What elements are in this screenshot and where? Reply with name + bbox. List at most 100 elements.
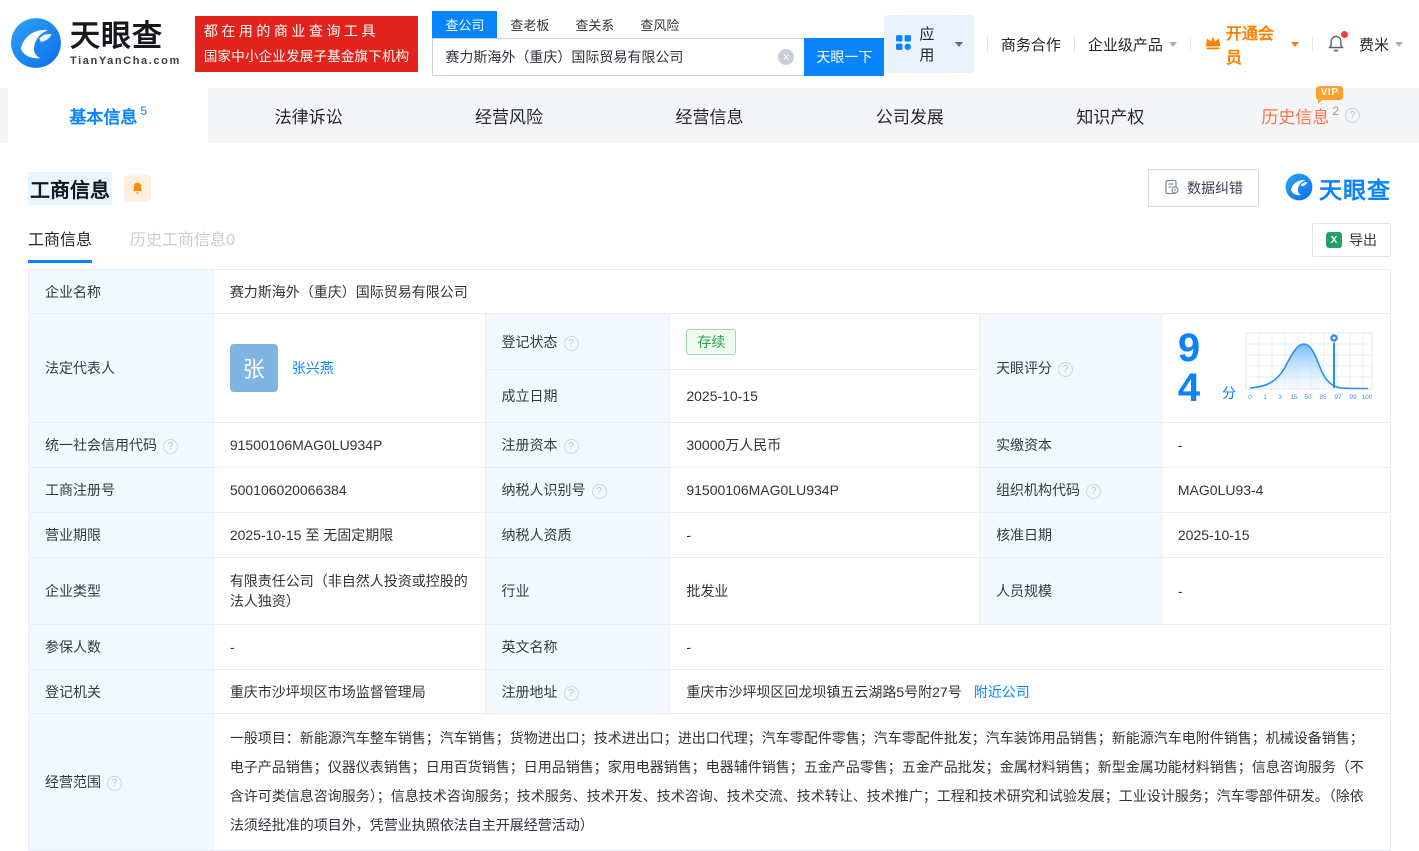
help-icon[interactable] xyxy=(564,439,579,454)
chevron-down-icon xyxy=(955,42,963,47)
top-bar: 天眼查 TianYanCha.com 都在用的商业查询工具 国家中小企业发展子基… xyxy=(0,0,1419,88)
vip-badge: VIP xyxy=(1316,86,1344,100)
tianyancha-logo[interactable]: 天眼查 TianYanCha.com xyxy=(10,17,181,72)
field-value-reg-capital: 30000万人民币 xyxy=(670,423,980,468)
search-tab-risk[interactable]: 查风险 xyxy=(627,11,692,38)
vip-label: 开通会员 xyxy=(1226,20,1285,68)
field-value-reg-address: 重庆市沙坪坝区回龙坝镇五云湖路5号附27号附近公司 xyxy=(670,670,1391,714)
tab-label: 公司发展 xyxy=(876,103,944,128)
user-menu[interactable]: 费米 xyxy=(1359,34,1403,55)
help-icon[interactable] xyxy=(564,336,579,351)
svg-text:97: 97 xyxy=(1334,394,1342,401)
reg-status-label: 登记状态 xyxy=(502,334,558,350)
svg-text:99: 99 xyxy=(1349,394,1357,401)
nearby-companies-link[interactable]: 附近公司 xyxy=(974,684,1030,700)
field-label-reg-status: 登记状态 xyxy=(485,314,670,370)
tab-count: 5 xyxy=(140,104,147,118)
field-label-english-name: 英文名称 xyxy=(485,625,670,670)
subtab-history-business-info[interactable]: 历史工商信息0 xyxy=(130,226,235,263)
menu-cooperation[interactable]: 商务合作 xyxy=(1001,34,1061,55)
field-value-credit-code: 91500106MAG0LU934P xyxy=(213,423,485,468)
table-row: 经营范围 一般项目：新能源汽车整车销售；汽车销售；货物进出口；技术进出口；进出口… xyxy=(29,714,1391,851)
tab-count: 2 xyxy=(1332,104,1339,118)
business-info-table: 企业名称 赛力斯海外（重庆）国际贸易有限公司 法定代表人 张 张兴燕 登记状态 … xyxy=(28,269,1391,851)
chevron-down-icon xyxy=(1395,42,1403,47)
apps-grid-icon xyxy=(895,34,912,55)
search-tab-company[interactable]: 查公司 xyxy=(432,11,497,38)
svg-text:85: 85 xyxy=(1319,394,1327,401)
chevron-down-icon xyxy=(1169,42,1177,47)
help-icon[interactable] xyxy=(564,686,579,701)
field-label-insured-count: 参保人数 xyxy=(29,625,214,670)
field-label-business-scope: 经营范围 xyxy=(29,714,214,851)
help-icon[interactable] xyxy=(1086,484,1101,499)
table-row: 法定代表人 张 张兴燕 登记状态 存续 天眼评分 94 分 xyxy=(29,314,1391,370)
subtab-business-info[interactable]: 工商信息 xyxy=(28,226,92,263)
field-value-org-code: MAG0LU93-4 xyxy=(1161,468,1390,513)
field-value-reg-status: 存续 xyxy=(670,314,980,370)
notification-bell-icon[interactable] xyxy=(1326,34,1346,54)
field-value-score: 94 分 xyxy=(1161,314,1390,423)
logo-domain: TianYanCha.com xyxy=(70,56,181,67)
search-button[interactable]: 天眼一下 xyxy=(804,38,884,76)
svg-text:1: 1 xyxy=(1263,394,1267,401)
field-label-reg-address: 注册地址 xyxy=(485,670,670,714)
correction-doc-icon xyxy=(1164,179,1180,198)
search-tabs: 查公司 查老板 查关系 查风险 xyxy=(432,12,884,38)
field-label-reg-capital: 注册资本 xyxy=(485,423,670,468)
search-input[interactable] xyxy=(432,38,804,76)
tianyancha-logo-icon xyxy=(10,17,62,72)
table-row: 营业期限 2025-10-15 至 无固定期限 纳税人资质 - 核准日期 202… xyxy=(29,513,1391,558)
export-button[interactable]: X 导出 xyxy=(1312,223,1391,257)
open-vip-button[interactable]: 开通会员 xyxy=(1204,20,1299,68)
crown-icon xyxy=(1204,34,1222,55)
subscribe-bell-button[interactable] xyxy=(124,175,151,202)
field-value-establish-date: 2025-10-15 xyxy=(670,370,980,423)
tab-company-development[interactable]: 公司发展 xyxy=(810,88,1010,143)
field-value-reg-number: 500106020066384 xyxy=(213,468,485,513)
help-icon[interactable] xyxy=(1345,108,1360,123)
apps-label: 应用 xyxy=(919,23,946,65)
field-label-company-name: 企业名称 xyxy=(29,270,214,314)
field-value-company-name: 赛力斯海外（重庆）国际贸易有限公司 xyxy=(213,270,1390,314)
svg-text:100: 100 xyxy=(1362,394,1373,401)
slogan-banner: 都在用的商业查询工具 国家中小企业发展子基金旗下机构 xyxy=(195,16,419,72)
search-tab-boss[interactable]: 查老板 xyxy=(497,11,562,38)
tab-label: 知识产权 xyxy=(1076,103,1144,128)
tab-intellectual-property[interactable]: 知识产权 xyxy=(1010,88,1210,143)
table-row: 企业类型 有限责任公司（非自然人投资或控股的法人独资） 行业 批发业 人员规模 … xyxy=(29,558,1391,625)
field-label-credit-code: 统一社会信用代码 xyxy=(29,423,214,468)
taxpayer-id-label: 纳税人识别号 xyxy=(502,482,586,498)
help-icon[interactable] xyxy=(163,439,178,454)
legal-rep-link[interactable]: 张兴燕 xyxy=(292,358,334,378)
username: 费米 xyxy=(1359,34,1389,55)
help-icon[interactable] xyxy=(1058,362,1073,377)
field-label-reg-authority: 登记机关 xyxy=(29,670,214,714)
menu-enterprise[interactable]: 企业级产品 xyxy=(1088,34,1177,55)
svg-text:3: 3 xyxy=(1278,394,1282,401)
status-badge: 存续 xyxy=(686,329,736,355)
data-correction-button[interactable]: 数据纠错 xyxy=(1148,169,1259,207)
tab-basic-info[interactable]: 基本信息 5 xyxy=(8,88,208,143)
field-value-business-term: 2025-10-15 至 无固定期限 xyxy=(213,513,485,558)
tab-operational-risk[interactable]: 经营风险 xyxy=(409,88,609,143)
avatar[interactable]: 张 xyxy=(230,344,278,392)
help-icon[interactable] xyxy=(107,776,122,791)
tab-business-info[interactable]: 经营信息 xyxy=(609,88,809,143)
field-value-business-scope: 一般项目：新能源汽车整车销售；汽车销售；货物进出口；技术进出口；进出口代理；汽车… xyxy=(213,714,1390,851)
svg-text:15: 15 xyxy=(1290,394,1298,401)
score-number: 94 xyxy=(1178,328,1214,408)
field-label-legal-rep: 法定代表人 xyxy=(29,314,214,423)
table-row: 工商注册号 500106020066384 纳税人识别号 91500106MAG… xyxy=(29,468,1391,513)
tab-label: 基本信息 xyxy=(69,103,137,128)
tab-label: 历史信息 xyxy=(1261,108,1329,127)
tab-legal-proceedings[interactable]: 法律诉讼 xyxy=(208,88,408,143)
field-value-insured-count: - xyxy=(213,625,485,670)
search-tab-relation[interactable]: 查关系 xyxy=(562,11,627,38)
help-icon[interactable] xyxy=(592,484,607,499)
svg-text:0: 0 xyxy=(1248,394,1252,401)
brand-name: 天眼查 xyxy=(1319,171,1391,205)
tab-history-info[interactable]: 历史信息 VIP 2 xyxy=(1211,88,1411,143)
apps-menu[interactable]: 应用 xyxy=(884,15,974,73)
field-value-approval-date: 2025-10-15 xyxy=(1161,513,1390,558)
